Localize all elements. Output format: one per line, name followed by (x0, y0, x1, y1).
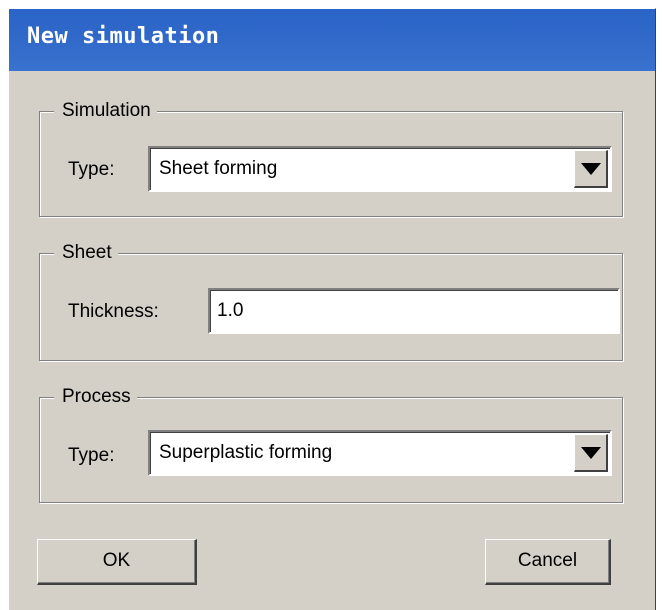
process-type-value: Superplastic forming (159, 442, 333, 463)
simulation-group: Simulation Type: Sheet forming (39, 98, 623, 217)
title-bar[interactable]: New simulation (9, 9, 655, 71)
thickness-label: Thickness: (68, 301, 159, 322)
sheet-group: Sheet Thickness: 1.0 (39, 240, 623, 361)
simulation-type-dropdown-button[interactable] (574, 150, 608, 188)
process-group-legend: Process (54, 384, 137, 410)
dialog-title: New simulation (27, 24, 220, 49)
simulation-type-value: Sheet forming (159, 158, 278, 179)
simulation-type-label: Type: (68, 159, 115, 180)
process-type-dropdown[interactable]: Superplastic forming (148, 430, 612, 476)
ok-button[interactable]: OK (37, 539, 197, 585)
process-group: Process Type: Superplastic forming (39, 384, 623, 503)
process-type-label: Type: (68, 445, 115, 466)
cancel-button[interactable]: Cancel (485, 539, 611, 585)
chevron-down-icon (580, 446, 601, 459)
new-simulation-dialog: New simulation Simulation Type: Sheet fo… (8, 8, 656, 610)
simulation-type-dropdown[interactable]: Sheet forming (148, 146, 612, 192)
simulation-group-legend: Simulation (54, 98, 157, 124)
thickness-input[interactable]: 1.0 (208, 288, 620, 334)
chevron-down-icon (580, 162, 601, 175)
process-type-dropdown-button[interactable] (574, 434, 608, 472)
sheet-group-legend: Sheet (54, 240, 118, 266)
